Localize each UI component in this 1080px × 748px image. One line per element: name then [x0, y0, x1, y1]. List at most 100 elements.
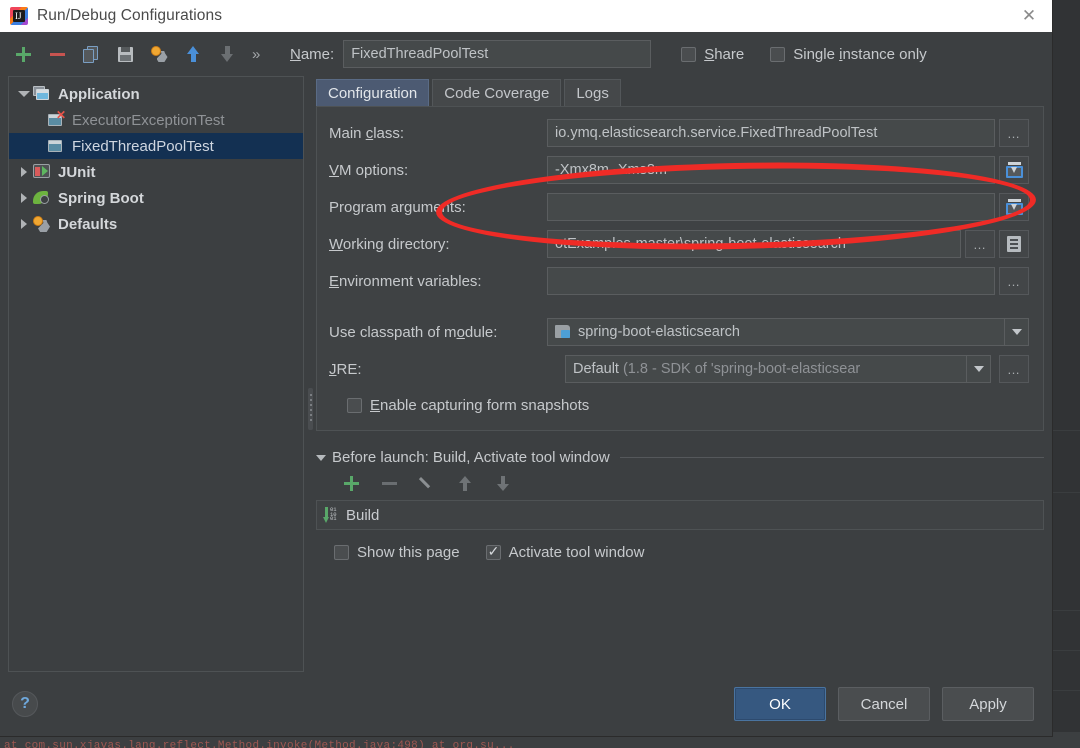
save-configuration-icon[interactable]: [110, 40, 140, 68]
environment-variables-row: Environment variables: …: [329, 267, 1029, 295]
program-arguments-input[interactable]: [547, 193, 995, 221]
close-icon[interactable]: ✕: [1006, 0, 1052, 32]
name-label: Name:: [290, 45, 335, 63]
screen-root: at com.sun.xjavas.lang.reflect.Method.in…: [0, 0, 1080, 748]
share-label: Share: [704, 45, 745, 63]
enable-snapshots-checkbox-box[interactable]: [347, 398, 362, 413]
module-folder-icon: [555, 325, 571, 339]
sidebar-item-executorexceptiontest[interactable]: ✕ ExecutorExceptionTest: [9, 107, 303, 133]
working-directory-macro-button[interactable]: [999, 230, 1029, 258]
sidebar-item-label: JUnit: [58, 163, 96, 181]
activate-tool-window-checkbox-box[interactable]: [485, 542, 501, 560]
chevron-down-icon[interactable]: [966, 356, 990, 382]
sidebar-item-fixedthreadpooltest[interactable]: FixedThreadPoolTest: [9, 133, 303, 159]
chevron-down-icon[interactable]: [15, 91, 33, 97]
junit-icon: [33, 164, 51, 180]
tab-bar: Configuration Code Coverage Logs: [316, 76, 1044, 106]
configurations-tree[interactable]: Application ✕ ExecutorExceptionTest Fixe…: [8, 76, 304, 672]
help-icon[interactable]: ?: [12, 691, 38, 717]
configuration-name-input[interactable]: [343, 40, 652, 68]
dialog-body: » Name: Share Single instance only: [0, 32, 1052, 736]
ok-button[interactable]: OK: [734, 687, 826, 721]
insert-macro-icon: [1007, 236, 1021, 252]
single-instance-checkbox[interactable]: Single instance only: [770, 46, 927, 63]
chevron-down-icon[interactable]: [316, 454, 326, 461]
show-this-page-label: Show this page: [357, 544, 460, 561]
split-grip-handle[interactable]: [308, 388, 313, 430]
working-directory-browse-button[interactable]: …: [965, 230, 995, 258]
jre-combobox[interactable]: Default (1.8 - SDK of 'spring-boot-elast…: [565, 355, 991, 383]
share-checkbox-box[interactable]: [681, 46, 697, 62]
sidebar-item-junit[interactable]: JUnit: [9, 159, 303, 185]
cancel-button[interactable]: Cancel: [838, 687, 930, 721]
chevron-down-icon[interactable]: [1004, 319, 1028, 345]
before-launch-divider: [619, 457, 1044, 458]
chevron-right-icon[interactable]: [15, 167, 33, 177]
configuration-toolbar: » Name: Share Single instance only: [0, 32, 1052, 76]
dialog-buttons: OK Cancel Apply: [722, 687, 1034, 721]
working-directory-label: Working directory:: [329, 235, 450, 253]
copy-configuration-icon[interactable]: [76, 40, 106, 68]
jre-browse-button[interactable]: …: [999, 355, 1029, 383]
sidebar-item-defaults[interactable]: Defaults: [9, 211, 303, 237]
classpath-module-combobox[interactable]: spring-boot-elasticsearch: [547, 318, 1029, 346]
program-arguments-row: Program arguments:: [329, 193, 1029, 221]
chevron-right-icon[interactable]: [15, 219, 33, 229]
move-up-icon[interactable]: [178, 40, 208, 68]
working-directory-input[interactable]: [547, 230, 961, 258]
dialog-split: Application ✕ ExecutorExceptionTest Fixe…: [0, 76, 1052, 672]
jre-label: JRE:: [329, 360, 362, 378]
move-task-up-icon[interactable]: [446, 475, 484, 491]
sidebar-item-application[interactable]: Application: [9, 81, 303, 107]
run-config-error-icon: ✕: [47, 109, 66, 128]
vm-options-row: VM options:: [329, 156, 1029, 184]
configuration-form: Main class: … VM options:: [316, 106, 1044, 431]
vm-options-expand-button[interactable]: [999, 156, 1029, 184]
working-directory-row: Working directory: …: [329, 230, 1029, 258]
edit-defaults-icon[interactable]: [144, 40, 174, 68]
tab-logs[interactable]: Logs: [564, 79, 621, 106]
tab-configuration[interactable]: Configuration: [316, 79, 430, 106]
single-instance-checkbox-box[interactable]: [770, 46, 786, 62]
environment-variables-browse-button[interactable]: …: [999, 267, 1029, 295]
environment-variables-label: Environment variables:: [329, 272, 482, 290]
move-task-down-icon[interactable]: [484, 475, 522, 491]
show-this-page-checkbox[interactable]: Show this page: [334, 544, 460, 561]
vm-options-input[interactable]: [547, 156, 995, 184]
tab-code-coverage[interactable]: Code Coverage: [432, 79, 562, 106]
classpath-module-value: spring-boot-elasticsearch: [578, 324, 740, 340]
apply-button[interactable]: Apply: [942, 687, 1034, 721]
console-text: at com.sun.xjavas.lang.reflect.Method.in…: [4, 740, 515, 748]
add-configuration-icon[interactable]: [8, 40, 38, 68]
main-class-input[interactable]: [547, 119, 995, 147]
remove-task-icon[interactable]: [370, 481, 408, 485]
spring-boot-icon: [33, 190, 51, 206]
move-down-icon[interactable]: [212, 40, 242, 68]
edit-task-icon[interactable]: [408, 476, 446, 491]
toolbar-overflow-icon[interactable]: »: [252, 46, 260, 63]
activate-tool-window-label: Activate tool window: [508, 544, 645, 561]
split-divider[interactable]: [304, 76, 316, 672]
add-task-icon[interactable]: [332, 475, 370, 491]
activate-tool-window-checkbox[interactable]: Activate tool window: [485, 542, 645, 561]
sidebar-item-spring-boot[interactable]: Spring Boot: [9, 185, 303, 211]
before-launch-section: Before launch: Build, Activate tool wind…: [316, 449, 1044, 561]
before-launch-header[interactable]: Before launch: Build, Activate tool wind…: [316, 449, 1044, 466]
chevron-right-icon[interactable]: [15, 193, 33, 203]
main-class-browse-button[interactable]: …: [999, 119, 1029, 147]
remove-configuration-icon[interactable]: [42, 40, 72, 68]
sidebar-item-label: Application: [58, 85, 140, 103]
share-checkbox[interactable]: Share: [681, 46, 744, 63]
jre-value: Default (1.8 - SDK of 'spring-boot-elast…: [573, 361, 860, 377]
enable-snapshots-checkbox[interactable]: Enable capturing form snapshots: [329, 397, 1029, 414]
expand-editor-icon: [1005, 162, 1023, 178]
environment-variables-input[interactable]: [547, 267, 995, 295]
classpath-module-row: Use classpath of module: spring-boot-ela…: [329, 318, 1029, 346]
jre-row: JRE: Default (1.8 - SDK of 'spring-boot-…: [329, 355, 1029, 383]
program-arguments-expand-button[interactable]: [999, 193, 1029, 221]
show-this-page-checkbox-box[interactable]: [334, 545, 349, 560]
sidebar-item-label: FixedThreadPoolTest: [72, 137, 214, 155]
program-arguments-label: Program arguments:: [329, 198, 466, 216]
main-class-label: Main class:: [329, 124, 405, 142]
before-launch-task-list[interactable]: 01 10 01 Build: [316, 500, 1044, 530]
